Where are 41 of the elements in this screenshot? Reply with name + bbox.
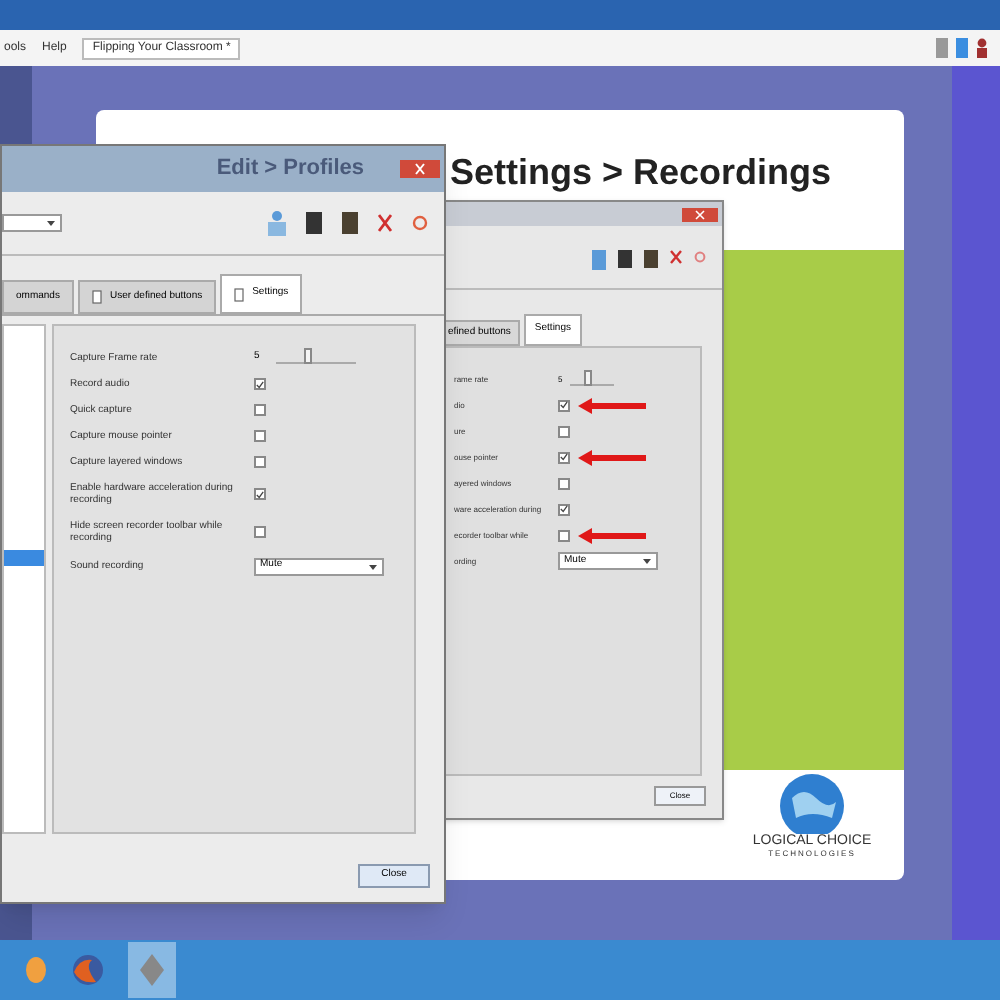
checkbox[interactable] bbox=[558, 399, 570, 411]
caret-icon bbox=[642, 556, 652, 566]
globe-icon bbox=[776, 770, 848, 834]
caret-icon bbox=[368, 561, 378, 571]
media-player-icon[interactable] bbox=[24, 956, 48, 984]
close-icon[interactable] bbox=[670, 250, 682, 264]
app-icon bbox=[140, 954, 164, 986]
checkbox[interactable] bbox=[254, 430, 266, 442]
checkbox[interactable] bbox=[254, 404, 266, 416]
check-icon bbox=[560, 452, 568, 462]
slider-track[interactable] bbox=[275, 351, 356, 364]
taskbar-button[interactable] bbox=[128, 942, 176, 998]
close-icon[interactable] bbox=[378, 214, 392, 232]
check-icon bbox=[256, 379, 264, 389]
checkbox[interactable] bbox=[254, 378, 266, 390]
check-icon bbox=[256, 489, 264, 499]
checkbox[interactable] bbox=[254, 488, 266, 500]
refresh-icon[interactable] bbox=[412, 214, 428, 232]
refresh-icon[interactable] bbox=[694, 250, 706, 264]
caret-icon bbox=[46, 218, 56, 228]
checkbox[interactable] bbox=[254, 456, 266, 468]
checkbox[interactable] bbox=[254, 526, 266, 538]
checkbox[interactable] bbox=[558, 503, 570, 515]
slider-track[interactable] bbox=[570, 373, 615, 385]
close-icon[interactable] bbox=[400, 160, 440, 178]
window-title: Edit > Profiles bbox=[216, 154, 364, 185]
slider-thumb[interactable] bbox=[584, 369, 593, 385]
document-icon bbox=[91, 290, 102, 304]
slider-thumb[interactable] bbox=[304, 347, 313, 364]
checkbox[interactable] bbox=[558, 425, 570, 437]
globe-icon[interactable] bbox=[72, 954, 104, 986]
checkbox[interactable] bbox=[558, 529, 570, 541]
checkbox[interactable] bbox=[558, 451, 570, 463]
person-icon[interactable] bbox=[976, 38, 988, 58]
check-icon bbox=[560, 504, 568, 514]
document-icon bbox=[234, 287, 245, 301]
checkbox[interactable] bbox=[558, 477, 570, 489]
slide-title: Settings > Recordings bbox=[450, 150, 832, 196]
dropdown[interactable] bbox=[2, 214, 62, 232]
check-icon bbox=[560, 400, 568, 410]
close-icon[interactable] bbox=[682, 208, 718, 222]
